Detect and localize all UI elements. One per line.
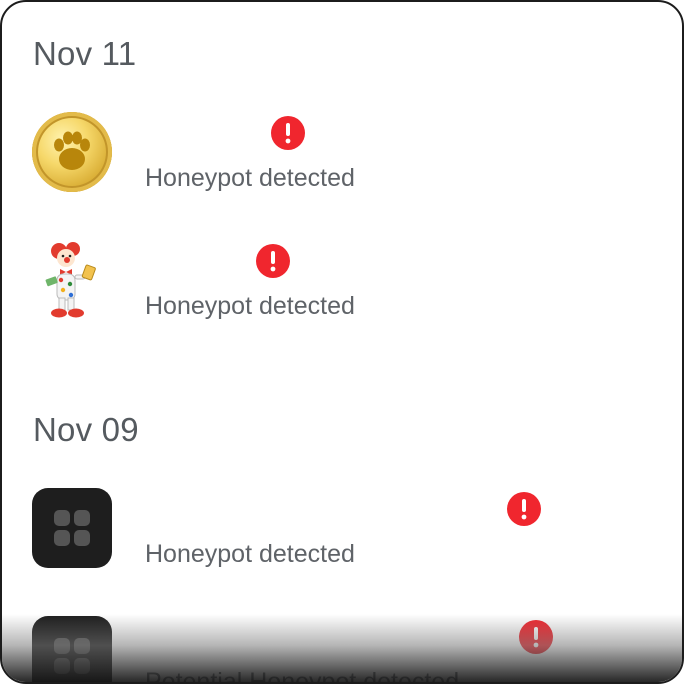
row-status: Potential Honeypot detected (145, 668, 460, 684)
list-item[interactable]: Honeypot detected (2, 112, 682, 192)
exclamation-alert-icon (256, 244, 290, 278)
row-status: Honeypot detected (145, 292, 355, 320)
row-status: Honeypot detected (145, 540, 355, 568)
list-item[interactable]: Honeypot detected (2, 488, 682, 568)
row-status: Honeypot detected (145, 164, 355, 192)
exclamation-alert-icon (507, 492, 541, 526)
list-item[interactable]: Potential Honeypot detected (2, 616, 682, 684)
clown-token-icon (32, 240, 112, 320)
app-grid-icon (32, 616, 112, 682)
exclamation-alert-icon (271, 116, 305, 150)
exclamation-alert-icon (519, 620, 553, 654)
app-grid-icon (32, 488, 112, 568)
paw-coin-icon (32, 112, 112, 192)
date-header: Nov 09 (33, 411, 139, 448)
date-header: Nov 11 (33, 35, 137, 72)
list-item[interactable]: Honeypot detected (2, 240, 682, 320)
activity-panel: Nov 11 Honeypot detected Honeypot detect… (0, 0, 684, 684)
